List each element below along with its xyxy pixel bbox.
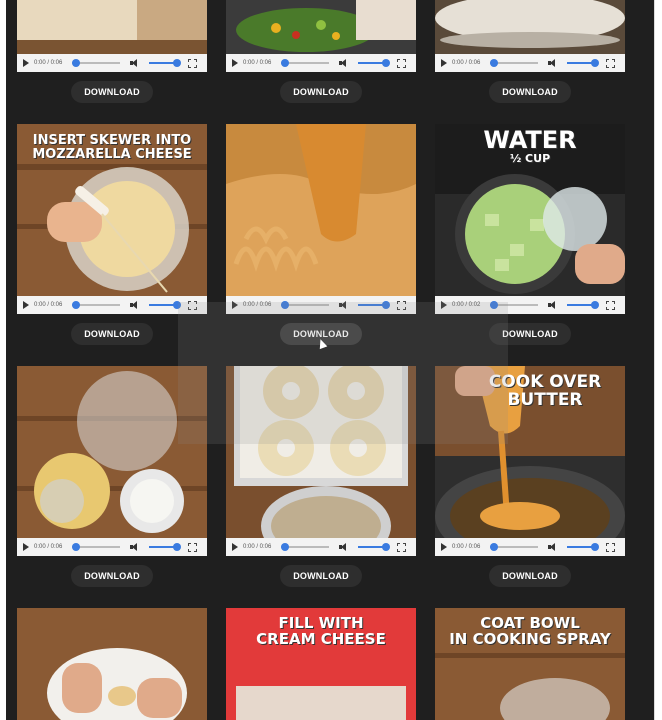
- volume-icon[interactable]: [548, 301, 557, 309]
- fullscreen-icon[interactable]: [397, 542, 406, 552]
- download-button[interactable]: DOWNLOAD: [280, 81, 362, 103]
- volume-icon[interactable]: [130, 543, 139, 551]
- volume-slider[interactable]: [567, 59, 599, 67]
- page-edge: [654, 0, 662, 720]
- volume-slider[interactable]: [358, 59, 390, 67]
- download-button[interactable]: DOWNLOAD: [489, 565, 571, 587]
- video-caption: WATER ½ CUP: [435, 126, 625, 166]
- seek-bar[interactable]: [72, 59, 120, 67]
- time-display: 0:00 / 0:06: [243, 60, 272, 66]
- seek-bar[interactable]: [490, 543, 538, 551]
- seek-bar[interactable]: [281, 59, 329, 67]
- play-icon[interactable]: [23, 301, 29, 309]
- video-controls: 0:00 / 0:06: [226, 54, 416, 72]
- fullscreen-icon[interactable]: [606, 542, 615, 552]
- volume-icon[interactable]: [548, 543, 557, 551]
- video-controls: 0:00 / 0:06: [17, 538, 207, 556]
- volume-slider[interactable]: [149, 59, 181, 67]
- video-caption: COAT BOWL IN COOKING SPRAY: [435, 615, 625, 648]
- volume-icon[interactable]: [130, 301, 139, 309]
- video-caption: INSERT SKEWER INTO MOZZARELLA CHEESE: [17, 134, 207, 161]
- video-controls: 0:00 / 0:06: [17, 54, 207, 72]
- video-thumbnail[interactable]: WATER ½ CUP: [435, 124, 625, 296]
- time-display: 0:00 / 0:06: [34, 544, 63, 550]
- fullscreen-icon[interactable]: [188, 542, 197, 552]
- time-display: 0:00 / 0:06: [452, 544, 481, 550]
- volume-slider[interactable]: [567, 301, 599, 309]
- time-display: 0:00 / 0:06: [34, 302, 63, 308]
- volume-icon[interactable]: [339, 543, 348, 551]
- play-icon[interactable]: [23, 59, 29, 67]
- video-thumbnail[interactable]: [226, 0, 416, 54]
- seek-bar[interactable]: [281, 543, 329, 551]
- caption-line: WATER: [483, 126, 577, 154]
- volume-slider[interactable]: [358, 543, 390, 551]
- caption-line: IN COOKING SPRAY: [449, 629, 611, 648]
- time-display: 0:00 / 0:06: [34, 60, 63, 66]
- volume-icon[interactable]: [548, 59, 557, 67]
- caption-line: CREAM CHEESE: [256, 629, 386, 648]
- seek-bar[interactable]: [72, 543, 120, 551]
- fullscreen-icon[interactable]: [188, 58, 197, 68]
- caption-line: ½ CUP: [509, 152, 551, 166]
- download-button[interactable]: DOWNLOAD: [71, 81, 153, 103]
- volume-icon[interactable]: [339, 59, 348, 67]
- video-gallery-page: 0:00 / 0:06 DOWNLOAD 0:00 / 0:06 DOWNLOA…: [6, 0, 654, 720]
- fullscreen-icon[interactable]: [606, 58, 615, 68]
- volume-slider[interactable]: [149, 543, 181, 551]
- download-button[interactable]: DOWNLOAD: [71, 323, 153, 345]
- play-icon[interactable]: [232, 59, 238, 67]
- download-button[interactable]: DOWNLOAD: [280, 565, 362, 587]
- video-controls: 0:00 / 0:06: [435, 538, 625, 556]
- download-button[interactable]: DOWNLOAD: [71, 565, 153, 587]
- volume-slider[interactable]: [567, 543, 599, 551]
- watermark-overlay: [178, 302, 508, 444]
- volume-icon[interactable]: [130, 59, 139, 67]
- video-thumbnail[interactable]: [17, 0, 207, 54]
- play-icon[interactable]: [441, 543, 447, 551]
- seek-bar[interactable]: [490, 59, 538, 67]
- fullscreen-icon[interactable]: [397, 58, 406, 68]
- fullscreen-icon[interactable]: [606, 300, 615, 310]
- time-display: 0:00 / 0:06: [452, 60, 481, 66]
- video-thumbnail[interactable]: INSERT SKEWER INTO MOZZARELLA CHEESE: [17, 124, 207, 296]
- video-thumbnail[interactable]: [435, 0, 625, 54]
- video-thumbnail[interactable]: [226, 124, 416, 296]
- caption-line: INSERT SKEWER INTO: [32, 133, 192, 148]
- download-button[interactable]: DOWNLOAD: [489, 81, 571, 103]
- play-icon[interactable]: [232, 543, 238, 551]
- time-display: 0:00 / 0:06: [243, 544, 272, 550]
- play-icon[interactable]: [23, 543, 29, 551]
- video-thumbnail[interactable]: [17, 608, 207, 720]
- video-controls: 0:00 / 0:06: [435, 54, 625, 72]
- video-caption: FILL WITH CREAM CHEESE: [226, 615, 416, 648]
- video-thumbnail[interactable]: FILL WITH CREAM CHEESE: [226, 608, 416, 720]
- seek-bar[interactable]: [72, 301, 120, 309]
- video-controls: 0:00 / 0:06: [226, 538, 416, 556]
- caption-line: MOZZARELLA CHEESE: [32, 146, 192, 162]
- play-icon[interactable]: [441, 59, 447, 67]
- volume-slider[interactable]: [149, 301, 181, 309]
- video-thumbnail[interactable]: COAT BOWL IN COOKING SPRAY: [435, 608, 625, 720]
